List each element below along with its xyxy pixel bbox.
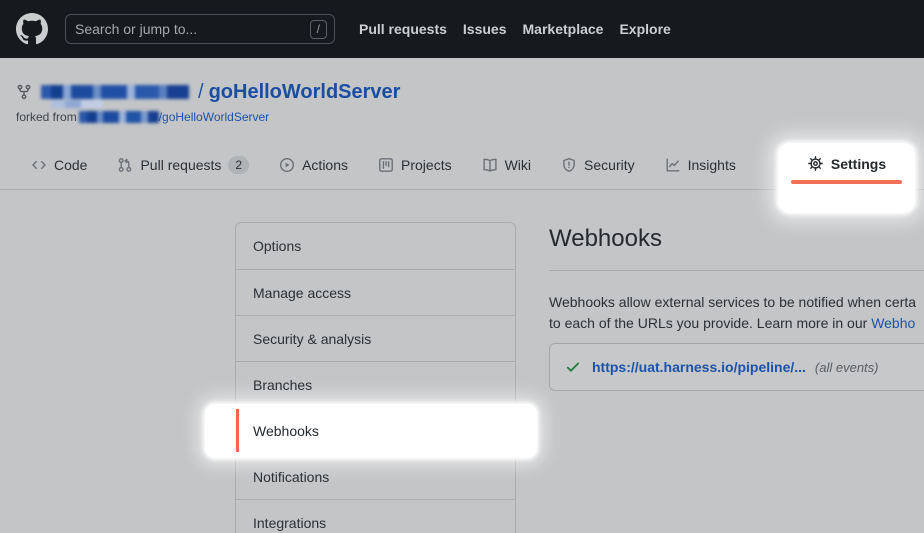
webhook-url-link[interactable]: https://uat.harness.io/pipeline/...	[592, 359, 806, 375]
tab-settings-label: Settings	[831, 156, 886, 172]
active-tab-underline	[791, 180, 902, 184]
forked-from-label: forked from	[16, 110, 77, 124]
sidebar-item-label: Options	[253, 238, 301, 254]
tab-label: Insights	[688, 157, 736, 173]
sidebar-item-label: Integrations	[253, 515, 326, 531]
tab-label: Security	[584, 157, 635, 173]
redacted-owner-name	[41, 85, 189, 99]
webhooks-guide-link[interactable]: Webho	[871, 315, 915, 331]
sidebar-item-options[interactable]: Options	[236, 223, 515, 269]
project-icon	[378, 157, 394, 173]
sidebar-item-integrations[interactable]: Integrations	[236, 499, 515, 533]
sidebar-item-notifications[interactable]: Notifications	[236, 453, 515, 499]
tab-settings[interactable]: Settings	[778, 143, 915, 213]
github-header: Search or jump to... / Pull requests Iss…	[0, 0, 924, 58]
header-nav: Pull requests Issues Marketplace Explore	[351, 21, 679, 37]
sidebar-item-label: Notifications	[253, 469, 329, 485]
tab-security[interactable]: Security	[546, 140, 650, 189]
forked-from-line: forked from /goHelloWorldServer	[16, 110, 269, 124]
description-line-2-text: to each of the URLs you provide. Learn m…	[549, 315, 871, 331]
breadcrumb: / goHelloWorldServer	[16, 80, 400, 104]
tab-label: Code	[54, 157, 87, 173]
tab-settings-content: Settings	[807, 155, 886, 172]
sidebar-item-label: Manage access	[253, 285, 351, 301]
sidebar-item-security-analysis[interactable]: Security & analysis	[236, 315, 515, 361]
check-icon	[565, 359, 581, 375]
sidebar-item-branches[interactable]: Branches	[236, 361, 515, 407]
sidebar-item-webhooks[interactable]: Webhooks	[236, 407, 515, 453]
nav-issues[interactable]: Issues	[455, 21, 515, 37]
description-line-2: to each of the URLs you provide. Learn m…	[549, 313, 916, 334]
sidebar-item-label: Branches	[253, 377, 312, 393]
tab-label: Actions	[302, 157, 348, 173]
forked-from-repo-link[interactable]: /goHelloWorldServer	[159, 110, 270, 124]
description-line-1: Webhooks allow external services to be n…	[549, 292, 916, 313]
repo-forked-icon	[16, 84, 32, 100]
tab-label: Wiki	[505, 157, 531, 173]
main-content: Webhooks Webhooks allow external service…	[549, 190, 924, 533]
book-icon	[482, 157, 498, 173]
tab-projects[interactable]: Projects	[363, 140, 467, 189]
page-title: Webhooks	[549, 224, 662, 254]
search-placeholder: Search or jump to...	[75, 21, 310, 37]
webhook-list-item: https://uat.harness.io/pipeline/... (all…	[549, 343, 924, 391]
gear-icon	[807, 155, 824, 172]
tab-insights[interactable]: Insights	[650, 140, 751, 189]
tab-actions[interactable]: Actions	[264, 140, 363, 189]
webhooks-description: Webhooks allow external services to be n…	[549, 292, 916, 334]
github-repo-settings-page: Search or jump to... / Pull requests Iss…	[0, 0, 924, 533]
active-item-bar	[236, 409, 239, 452]
settings-sidebar: Options Manage access Security & analysi…	[235, 222, 516, 533]
repo-header: / goHelloWorldServer forked from /goHell…	[0, 58, 924, 140]
shield-icon	[561, 157, 577, 173]
settings-sidebar-list: Options Manage access Security & analysi…	[236, 223, 515, 533]
tab-wiki[interactable]: Wiki	[467, 140, 546, 189]
slash-shortcut-badge: /	[310, 20, 327, 39]
pull-requests-count-badge: 2	[228, 156, 249, 174]
tab-code[interactable]: Code	[16, 140, 102, 189]
title-divider	[549, 270, 924, 271]
github-logo-icon[interactable]	[16, 13, 48, 45]
tab-label: Projects	[401, 157, 452, 173]
play-icon	[279, 157, 295, 173]
webhook-events-scope: (all events)	[815, 360, 879, 375]
nav-explore[interactable]: Explore	[611, 21, 678, 37]
nav-marketplace[interactable]: Marketplace	[515, 21, 612, 37]
breadcrumb-separator: /	[198, 81, 204, 104]
sidebar-item-label: Webhooks	[253, 423, 319, 439]
tab-pull-requests[interactable]: Pull requests 2	[102, 140, 264, 189]
code-icon	[31, 157, 47, 173]
repo-name-link[interactable]: goHelloWorldServer	[209, 81, 401, 104]
repo-tabbar: Code Pull requests 2 Actions Projects	[0, 140, 924, 190]
sidebar-item-label: Security & analysis	[253, 331, 371, 347]
sidebar-item-manage-access[interactable]: Manage access	[236, 269, 515, 315]
graph-icon	[665, 157, 681, 173]
search-input[interactable]: Search or jump to... /	[65, 14, 335, 44]
redacted-parent-owner	[79, 111, 159, 123]
git-pull-request-icon	[117, 157, 133, 173]
tab-label: Pull requests	[140, 157, 221, 173]
nav-pull-requests[interactable]: Pull requests	[351, 21, 455, 37]
